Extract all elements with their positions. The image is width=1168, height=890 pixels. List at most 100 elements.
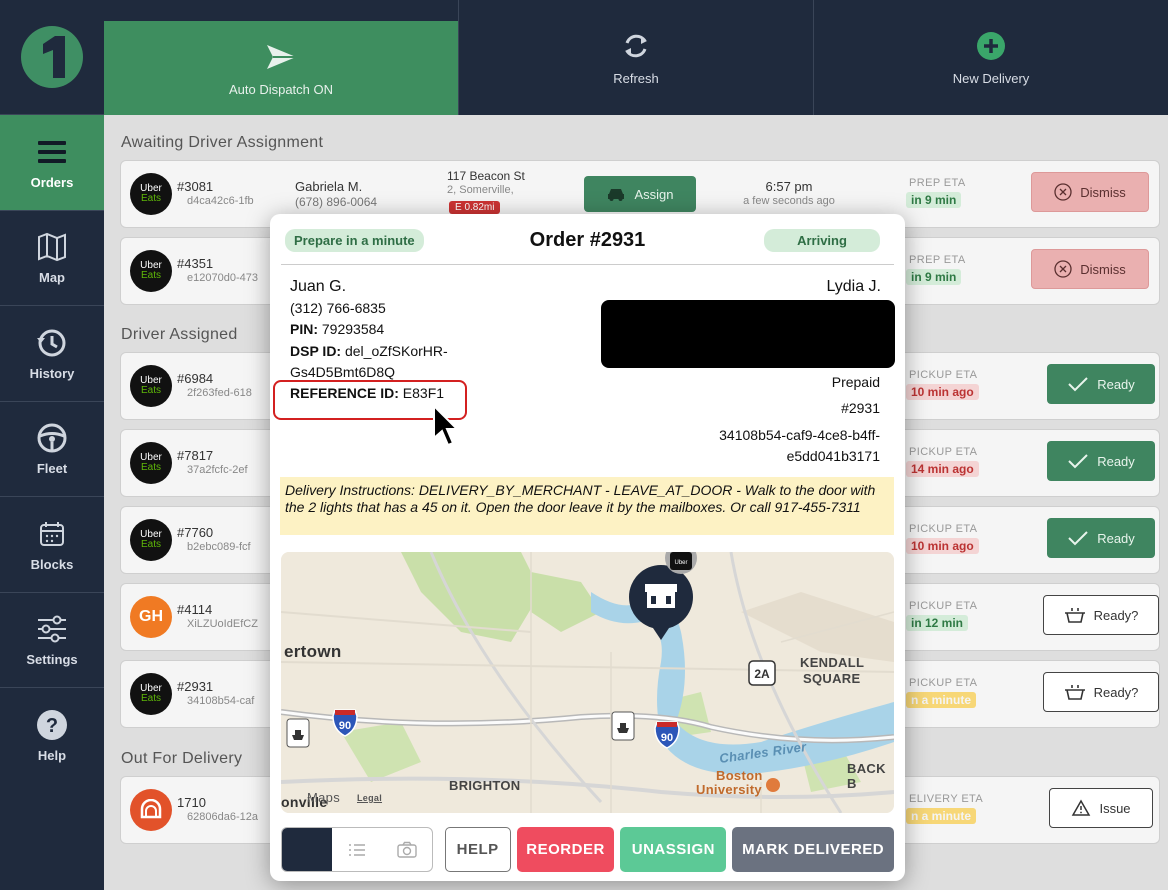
order-uuid-line-2: e5dd041b3171 [786,448,880,464]
eta-value: 14 min ago [906,461,979,477]
section-title-awaiting: Awaiting Driver Assignment [121,134,324,151]
mouse-cursor-icon [433,404,458,447]
eta-label: PICKUP ETA [909,600,978,612]
pin-line: PIN: 79293584 [290,321,385,337]
distance-badge: E 0.82mi [449,201,501,214]
sidebar-item-blocks[interactable]: Blocks [0,497,104,593]
auto-dispatch-button[interactable]: Auto Dispatch ON [104,21,458,115]
pot-icon [1064,685,1085,700]
sidebar-item-help[interactable]: ? Help [0,688,104,784]
map-label-kendall: KENDALL [800,655,865,670]
view-toggle-map[interactable] [282,828,332,871]
ready-button[interactable]: Ready [1047,364,1155,404]
svg-text:2A: 2A [754,667,770,681]
sidebar-item-label: Fleet [36,461,68,477]
order-number-ref: #2931 [841,400,880,416]
unassign-button[interactable]: UNASSIGN [620,827,727,872]
eta-label: PREP ETA [909,254,966,266]
sidebar: Orders Map History Fleet Blocks Settings… [0,0,104,890]
uber-eats-logo: Uber Eats [130,673,172,715]
order-id: XiLZUoIdEfCZ [187,618,258,630]
issue-button[interactable]: Issue [1049,788,1153,828]
order-number: #7817 [177,448,214,463]
sidebar-item-settings[interactable]: Settings [0,593,104,688]
close-circle-icon [1054,183,1072,201]
section-title-assigned: Driver Assigned [121,326,238,343]
svg-text:90: 90 [661,732,673,744]
mark-delivered-button[interactable]: MARK DELIVERED [732,827,894,872]
eta-value: 10 min ago [906,384,979,400]
dismiss-button[interactable]: Dismiss [1031,172,1149,212]
sidebar-item-map[interactable]: Map [0,211,104,306]
refresh-icon [625,34,647,58]
dsp-id-line: DSP ID: del_oZfSKorHR- [290,343,448,359]
assign-button[interactable]: Assign [584,176,696,212]
sidebar-item-orders[interactable]: Orders [0,115,104,211]
divider [281,264,894,265]
help-button[interactable]: HELP [444,827,511,872]
view-toggle-photo[interactable] [382,828,432,871]
driver-status-pill: Arriving [764,229,880,252]
refresh-label: Refresh [613,71,659,86]
order-detail-modal: Prepare in a minute Order #2931 Arriving… [270,214,905,881]
ready-button[interactable]: Ready [1047,518,1155,558]
grubhub-logo: GH [130,596,172,638]
auto-dispatch-label: Auto Dispatch ON [228,81,334,97]
reorder-button[interactable]: REORDER [516,827,615,872]
sidebar-item-fleet[interactable]: Fleet [0,402,104,497]
eta-value: in 12 min [906,615,969,631]
view-toggle [281,827,433,872]
history-icon [37,329,66,357]
refresh-button[interactable]: Refresh [458,0,813,115]
list-icon [348,843,365,856]
plus-circle-icon [977,32,1005,60]
order-number: #6984 [177,371,214,386]
top-toolbar: Auto Dispatch ON Refresh New Delivery [104,0,1168,115]
order-id: 62806da6-12a [187,811,258,823]
driver-name: Lydia J. [826,278,881,295]
map-label-brighton: BRIGHTON [449,778,521,793]
eta-value: in 9 min [906,192,962,208]
app-logo[interactable] [21,26,83,88]
view-toggle-list[interactable] [332,828,382,871]
uber-eats-logo: Uber Eats [130,250,172,292]
customer-phone: (678) 896-0064 [295,195,378,209]
order-time-ago: a few seconds ago [743,195,835,207]
sidebar-item-label: History [29,365,75,381]
new-delivery-button[interactable]: New Delivery [813,0,1168,115]
dismiss-button[interactable]: Dismiss [1031,249,1149,289]
order-number: #2931 [177,679,214,694]
sidebar-item-label: Settings [26,652,78,668]
apple-maps-label: Maps [307,790,340,805]
svg-text:?: ? [46,715,58,737]
address: 117 Beacon St [447,169,525,183]
delivery-map[interactable]: 90 90 2A Uber ertown KENDALL SQUARE BRIG… [281,552,894,813]
eta-label: ELIVERY ETA [909,793,984,805]
uber-eats-logo: Uber Eats [130,173,172,215]
svg-text:90: 90 [339,720,351,732]
svg-text:Uber: Uber [674,560,687,566]
pot-icon [1064,608,1085,623]
payment-status: Prepaid [831,374,880,390]
close-circle-icon [1054,260,1072,278]
order-id: e12070d0-473 [187,272,258,284]
car-icon [608,189,625,201]
send-icon [267,44,296,69]
eta-value: in 9 min [906,269,962,285]
camera-icon [397,841,417,858]
ready-question-button[interactable]: Ready? [1043,595,1159,635]
map-label-square: SQUARE [803,671,861,686]
map-label-watertown: ertown [284,642,342,661]
uber-eats-logo: Uber Eats [130,442,172,484]
sidebar-item-label: Orders [30,174,74,190]
order-number: #4114 [177,602,213,617]
order-id: 34108b54-caf [187,695,255,707]
ready-question-button[interactable]: Ready? [1043,672,1159,712]
section-title-out: Out For Delivery [121,750,243,767]
map-legal-link[interactable]: Legal [357,793,382,803]
sidebar-item-history[interactable]: History [0,306,104,402]
map-icon [38,233,66,262]
ready-button[interactable]: Ready [1047,441,1155,481]
customer-name: Juan G. [290,278,347,295]
eta-label: PICKUP ETA [909,446,978,458]
